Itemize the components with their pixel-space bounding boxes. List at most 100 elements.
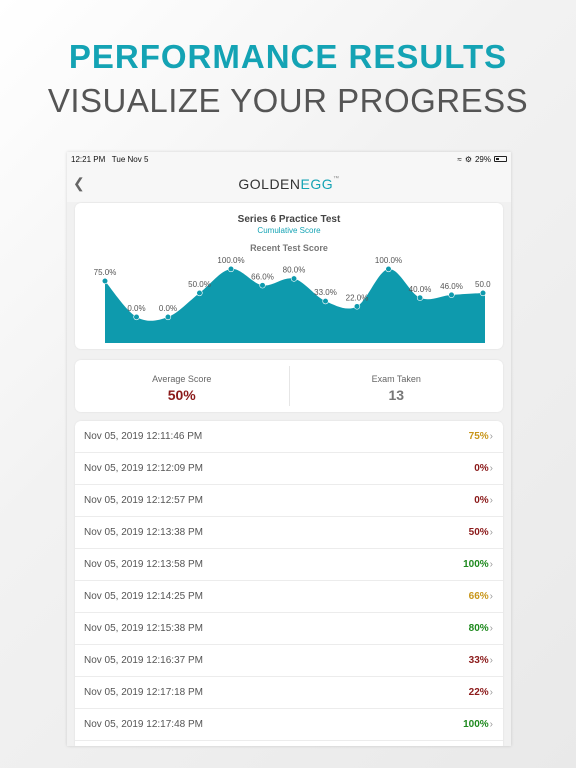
result-row[interactable]: Nov 05, 2019 12:13:58 PM 100% › xyxy=(75,549,503,581)
result-score-group: 22% › xyxy=(469,687,493,698)
battery-percent: 29% xyxy=(474,154,491,164)
result-score-group: 75% › xyxy=(469,431,493,442)
result-score: 75% xyxy=(468,431,489,442)
data-point xyxy=(479,289,487,297)
result-date: Nov 05, 2019 12:13:38 PM xyxy=(84,527,203,538)
result-score: 50% xyxy=(468,527,489,538)
data-point xyxy=(322,298,329,305)
stats-card: Average Score 50% Exam Taken 13 xyxy=(75,360,503,412)
result-date: Nov 05, 2019 12:15:38 PM xyxy=(84,623,203,634)
hero-header: PERFORMANCE RESULTS VISUALIZE YOUR PROGR… xyxy=(0,38,576,120)
chevron-right-icon: › xyxy=(489,655,493,666)
data-point xyxy=(385,265,392,273)
exam-taken-value: 13 xyxy=(388,387,405,403)
chevron-right-icon: › xyxy=(489,591,493,602)
chevron-right-icon: › xyxy=(489,687,493,698)
result-score: 33% xyxy=(468,655,489,666)
chevron-right-icon: › xyxy=(489,495,493,506)
result-row[interactable]: Nov 05, 2019 12:15:38 PM 80% › xyxy=(75,613,503,645)
data-label: 33.0% xyxy=(314,288,337,297)
result-date: Nov 05, 2019 12:16:37 PM xyxy=(84,655,203,666)
result-score-group: 50% › xyxy=(469,527,493,538)
status-time: 12:21 PM xyxy=(71,154,106,164)
data-label: 66.0% xyxy=(251,272,274,281)
status-date: Tue Nov 5 xyxy=(111,154,149,164)
average-score-value: 50% xyxy=(167,387,196,403)
average-score-label: Average Score xyxy=(152,374,212,384)
result-score: 66% xyxy=(468,591,489,602)
result-row[interactable]: Nov 05, 2019 12:11:46 PM 75% › xyxy=(75,421,503,453)
chevron-right-icon: › xyxy=(489,463,493,474)
exam-taken-stat: Exam Taken 13 xyxy=(288,366,504,406)
result-score-group: 33% › xyxy=(469,655,493,666)
data-label: 100.0% xyxy=(375,257,402,265)
nav-bar: ❮ GOLDENEGG™ xyxy=(67,166,511,202)
chevron-right-icon: › xyxy=(489,559,493,570)
result-row[interactable]: Nov 05, 2019 12:17:18 PM 22% › xyxy=(75,677,503,709)
result-date: Nov 05, 2019 12:11:46 PM xyxy=(84,431,203,442)
data-point xyxy=(353,303,361,310)
data-point xyxy=(259,282,266,289)
hero-subtitle: VISUALIZE YOUR PROGRESS xyxy=(47,82,529,119)
data-label: 46.0% xyxy=(440,282,463,291)
status-bar: 12:21 PM Tue Nov 5 ≈ ⚙ 29% xyxy=(67,152,511,166)
result-score-group: 66% › xyxy=(469,591,493,602)
data-label: 100.0% xyxy=(217,257,244,265)
hero-title: PERFORMANCE RESULTS xyxy=(68,38,508,75)
result-date: Nov 05, 2019 12:17:48 PM xyxy=(84,719,203,730)
test-subtitle: Cumulative Score xyxy=(257,226,321,235)
result-score: 0% xyxy=(474,463,489,474)
data-point xyxy=(133,313,140,321)
result-score-group: 80% › xyxy=(469,623,493,634)
status-left: 12:21 PM Tue Nov 5 xyxy=(71,155,148,164)
wifi-icon: ≈ xyxy=(457,154,462,164)
result-score: 100% xyxy=(463,559,489,570)
data-label: 50.0 xyxy=(475,280,491,289)
result-score: 22% xyxy=(468,687,489,698)
chevron-right-icon: › xyxy=(489,527,493,538)
result-row[interactable]: Nov 05, 2019 12:13:38 PM 50% › xyxy=(75,517,503,549)
score-area-chart: 75.0% 0.0% 0.0% 50.0% 100.0% 66.0% 80.0% 33.0% 2… xyxy=(94,257,491,343)
data-label: 0.0% xyxy=(159,304,177,313)
result-score-group: 0% › xyxy=(474,463,493,474)
result-score-group: 100% › xyxy=(463,559,493,570)
result-row[interactable]: Nov 05, 2019 12:17:48 PM 100% › xyxy=(75,709,503,741)
data-point xyxy=(196,289,203,297)
results-list: Nov 05, 2019 12:11:46 PM 75% › Nov 05, 2019… xyxy=(75,421,503,746)
exam-taken-label: Exam Taken xyxy=(371,374,421,384)
result-score-group: 100% › xyxy=(463,719,493,730)
chevron-right-icon: › xyxy=(489,431,493,442)
chevron-left-icon[interactable]: ❮ xyxy=(73,175,85,192)
data-point xyxy=(416,294,424,301)
golden-egg-logo: GOLDENEGG™ xyxy=(238,176,339,192)
result-row[interactable]: Nov 05, 2019 12:12:57 PM 0% › xyxy=(75,485,503,517)
result-date: Nov 05, 2019 12:17:18 PM xyxy=(84,687,203,698)
data-label: 80.0% xyxy=(283,266,306,275)
test-title: Series 6 Practice Test xyxy=(237,214,341,225)
chart-card: Series 6 Practice Test Cumulative Score … xyxy=(75,203,503,349)
chevron-right-icon: › xyxy=(489,719,493,730)
data-point xyxy=(101,277,109,285)
data-point xyxy=(448,291,455,299)
data-label: 22.0% xyxy=(346,293,369,302)
logo-text-egg: EGG xyxy=(300,176,334,192)
logo-text-golden: GOLDEN xyxy=(238,176,301,192)
data-point xyxy=(227,265,235,273)
result-row[interactable]: Nov 05, 2019 12:16:37 PM 33% › xyxy=(75,645,503,677)
result-date: Nov 05, 2019 12:14:25 PM xyxy=(84,591,203,602)
result-date: Nov 05, 2019 12:12:57 PM xyxy=(84,495,203,506)
data-label: 0.0% xyxy=(127,304,145,313)
result-score: 0% xyxy=(474,495,489,506)
data-label: 50.0% xyxy=(188,280,211,289)
logo-trademark: ™ xyxy=(333,176,340,182)
chevron-right-icon: › xyxy=(489,623,493,634)
data-point xyxy=(164,313,172,321)
result-row[interactable]: Nov 05, 2019 12:12:09 PM 0% › xyxy=(75,453,503,485)
data-point xyxy=(290,275,298,282)
result-row[interactable]: Nov 05, 2019 12:14:25 PM 66% › xyxy=(75,581,503,613)
result-score-group: 0% › xyxy=(474,495,493,506)
average-score-stat: Average Score 50% xyxy=(75,360,289,412)
result-date: Nov 05, 2019 12:13:58 PM xyxy=(84,559,203,570)
result-score: 100% xyxy=(463,719,489,730)
device-screen: 12:21 PM Tue Nov 5 ≈ ⚙ 29% ❮ GOLDENEGG™ … xyxy=(67,152,511,746)
